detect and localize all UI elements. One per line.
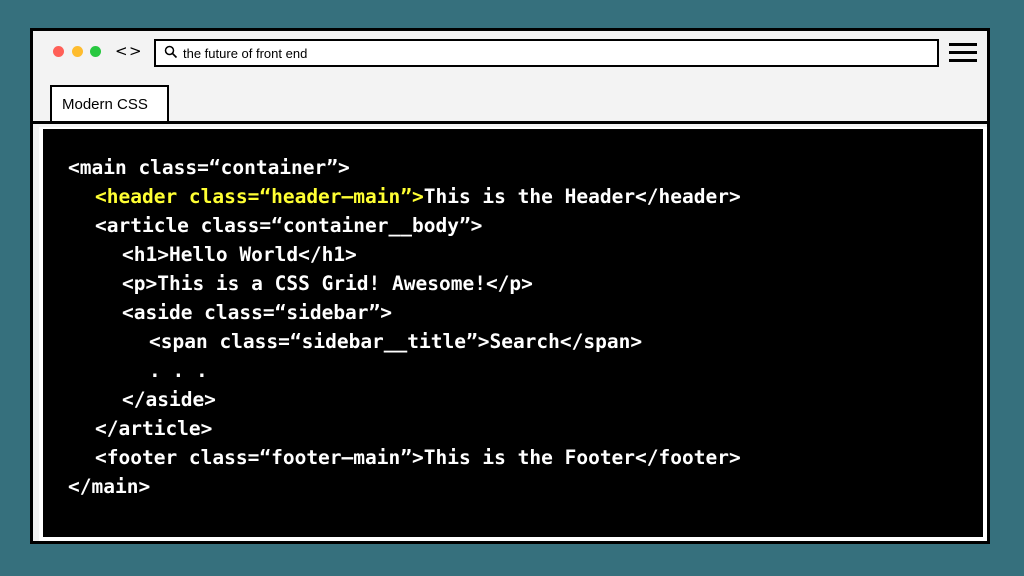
code-text: <h1>Hello World</h1> — [122, 243, 357, 266]
code-line: <main class=“container”> — [68, 153, 983, 182]
code-text: <article class=“container__body”> — [95, 214, 483, 237]
code-line: </main> — [68, 472, 983, 501]
code-text: . . . — [149, 359, 208, 382]
code-line: </article> — [68, 414, 983, 443]
highlighted-code: <header class=“header—main”> — [95, 185, 424, 208]
forward-arrow-icon[interactable]: > — [129, 41, 142, 61]
close-window-button[interactable] — [53, 46, 64, 57]
page-content: <main class=“container”> <header class=“h… — [39, 127, 987, 541]
code-line: . . . — [68, 356, 983, 385]
code-text: </article> — [95, 417, 213, 440]
tab-divider — [33, 121, 987, 124]
back-arrow-icon[interactable]: < — [115, 41, 128, 61]
search-icon — [164, 45, 178, 59]
code-line: <header class=“header—main”>This is the … — [68, 182, 983, 211]
code-block: <main class=“container”> <header class=“h… — [43, 129, 983, 537]
code-text: This is the Header</header> — [423, 185, 741, 208]
browser-window: < > the future of front end Modern CSS <… — [30, 28, 990, 544]
code-line: <p>This is a CSS Grid! Awesome!</p> — [68, 269, 983, 298]
code-text: <main class=“container”> — [68, 156, 350, 179]
code-line: <aside class=“sidebar”> — [68, 298, 983, 327]
tab-modern-css[interactable]: Modern CSS — [50, 85, 169, 123]
code-line: <article class=“container__body”> — [68, 211, 983, 240]
code-line: </aside> — [68, 385, 983, 414]
code-text: <p>This is a CSS Grid! Awesome!</p> — [122, 272, 533, 295]
code-line: <span class=“sidebar__title”>Search</spa… — [68, 327, 983, 356]
code-text: </main> — [68, 475, 151, 498]
code-line: <footer class=“footer—main”>This is the … — [68, 443, 983, 472]
search-query-text: the future of front end — [183, 46, 308, 61]
minimize-window-button[interactable] — [72, 46, 83, 57]
code-text: </aside> — [122, 388, 216, 411]
code-text: <footer class=“footer—main”>This is the … — [95, 446, 741, 469]
code-text: <aside class=“sidebar”> — [122, 301, 393, 324]
menu-icon[interactable] — [949, 43, 977, 63]
code-text: <span class=“sidebar__title”>Search</spa… — [149, 330, 643, 353]
address-bar[interactable]: the future of front end — [154, 39, 939, 67]
maximize-window-button[interactable] — [90, 46, 101, 57]
code-line: <h1>Hello World</h1> — [68, 240, 983, 269]
